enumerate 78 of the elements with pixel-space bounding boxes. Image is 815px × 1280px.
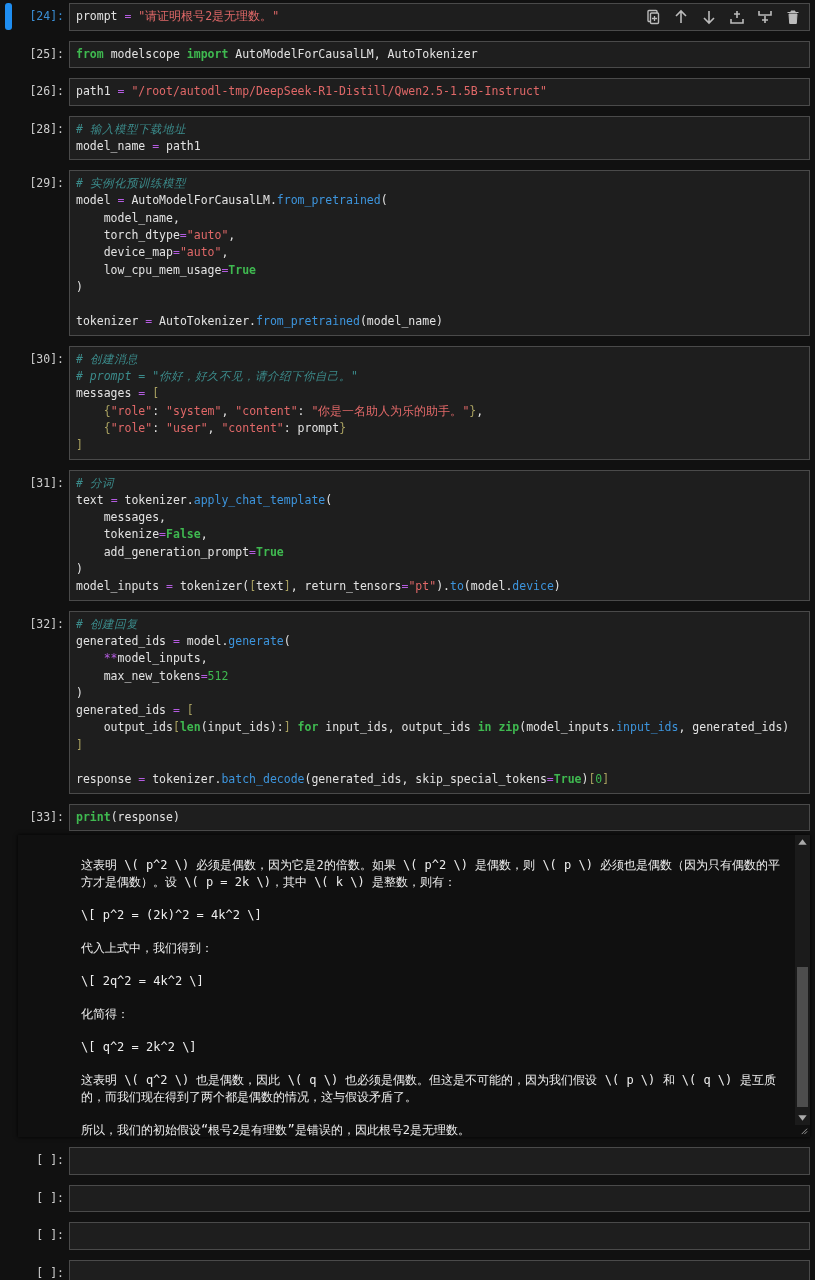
- output-text: 所以，我们的初始假设“根号2是有理数”是错误的，因此根号2是无理数。: [81, 1122, 471, 1138]
- code-line: print(response): [76, 808, 180, 826]
- empty-code-cell[interactable]: [69, 1259, 810, 1280]
- code-line: messages = [: [76, 385, 160, 403]
- code-cell[interactable]: # 分词 text = tokenizer.apply_chat_template( messages, tokenize=False, add_generation_prompt=True ) model_inputs = tokenizer([text], return_tensors="pt").to(model.device): [69, 469, 810, 601]
- output-text: \[ q^2 = 2k^2 \]: [81, 1039, 198, 1057]
- move-down-icon[interactable]: [701, 9, 717, 25]
- code-line: generated_ids = model.generate(: [76, 632, 291, 650]
- code-line: low_cpu_mem_usage=True: [102, 261, 257, 279]
- code-line: text = tokenizer.apply_chat_template(: [76, 491, 333, 509]
- cell-prompt: [29]:: [29, 175, 64, 193]
- duplicate-icon[interactable]: [645, 9, 661, 25]
- code-line: # 输入模型下载地址: [76, 120, 186, 138]
- insert-above-icon[interactable]: [729, 9, 745, 25]
- code-cell[interactable]: # 创建消息 # prompt = "你好，好久不见，请介绍下你自己。" messages = [ {"role": "system", "content": "你是一名助人为乐的助手。"}, {"role": "user", "content": prompt} ]: [69, 345, 810, 460]
- code-line: device_map="auto",: [102, 244, 229, 262]
- code-line: response = tokenizer.batch_decode(generated_ids, skip_special_tokens=True)[0]: [76, 771, 610, 789]
- code-line: add_generation_prompt=True: [102, 543, 284, 561]
- code-cell[interactable]: prompt = "请证明根号2是无理数。": [69, 3, 810, 31]
- code-line: path1 = "/root/autodl-tmp/DeepSeek-R1-Distill/Qwen2.5-1.5B-Instruct": [76, 83, 547, 100]
- code-cell[interactable]: [69, 610, 810, 794]
- output-text: 化简得：: [81, 1006, 130, 1024]
- code-line: model_inputs = tokenizer([text], return_tensors="pt").to(model.device): [76, 578, 561, 596]
- empty-code-cell[interactable]: [69, 1222, 810, 1250]
- code-line: torch_dtype="auto",: [102, 227, 236, 244]
- code-line: # 实例化预训练模型: [76, 175, 186, 193]
- code-line: ]: [76, 736, 83, 754]
- code-line: from modelscope import AutoModelForCausalLM, AutoTokenizer: [76, 45, 478, 63]
- code-line: ): [76, 684, 83, 702]
- code-line: # 创建消息: [76, 350, 138, 368]
- output-text: 这表明 \( p^2 \) 必须是偶数，因为它是2的倍数。如果 \( p^2 \) 是偶数，则 \( p \) 必须也是偶数（因为只有偶数的平方才是偶数）。设 \( p = 2k \)，其中 \( k \) 是整数，则有：: [81, 857, 782, 892]
- code-line: prompt = "请证明根号2是无理数。": [76, 8, 280, 25]
- code-line: output_ids[len(input_ids):] for input_ids, output_ids in zip(model_inputs.input_ids, generated_ids): [102, 719, 790, 737]
- code-cell[interactable]: from modelscope import AutoModelForCausalLM, AutoTokenizer: [69, 40, 810, 68]
- code-cell[interactable]: # 输入模型下载地址 model_name = path1: [69, 115, 810, 161]
- code-cell[interactable]: path1 = "/root/autodl-tmp/DeepSeek-R1-Distill/Qwen2.5-1.5B-Instruct": [69, 78, 810, 106]
- cell-prompt: [31]:: [29, 474, 64, 492]
- empty-code-cell[interactable]: [69, 1184, 810, 1213]
- code-line: model = AutoModelForCausalLM.from_pretrained(: [76, 192, 388, 210]
- code-line: ): [76, 278, 83, 296]
- cell-prompt: [33]:: [29, 808, 64, 826]
- code-line: model_name,: [102, 209, 180, 227]
- code-line: {"role": "system", "content": "你是一名助人为乐的助手。"},: [102, 402, 484, 420]
- code-line: # prompt = "你好，好久不见，请介绍下你自己。": [76, 368, 358, 386]
- code-line: # 分词: [76, 474, 114, 492]
- delete-icon[interactable]: [785, 9, 801, 25]
- scrollbar[interactable]: [795, 835, 810, 1126]
- cell-prompt: [30]:: [29, 350, 64, 368]
- code-line: {"role": "user", "content": prompt}: [102, 419, 347, 437]
- code-line: tokenize=False,: [102, 526, 208, 544]
- code-line: # 创建回复: [76, 615, 138, 633]
- cell-prompt: [32]:: [29, 615, 64, 633]
- cell-prompt: [ ]:: [36, 1227, 64, 1245]
- cell-prompt: [28]:: [29, 120, 64, 138]
- cell-prompt: [ ]:: [36, 1189, 64, 1207]
- code-line: ]: [76, 437, 83, 455]
- code-cell[interactable]: # 实例化预训练模型 model = AutoModelForCausalLM.from_pretrained( model_name, torch_dtype="auto", device_map="auto", low_cpu_mem_usage=True ) tokenizer = AutoTokenizer.from_pretrained(model_name): [69, 170, 810, 336]
- output-text: \[ p^2 = (2k)^2 = 4k^2 \]: [81, 907, 263, 925]
- cell-prompt: [24]:: [29, 8, 64, 25]
- code-line: messages,: [102, 509, 166, 527]
- cell-prompt: [ ]:: [36, 1264, 64, 1280]
- code-cell[interactable]: print(response): [69, 803, 810, 832]
- move-up-icon[interactable]: [673, 9, 689, 25]
- empty-code-cell[interactable]: [69, 1147, 810, 1175]
- resize-grip-icon[interactable]: [799, 1126, 808, 1136]
- code-line: tokenizer = AutoTokenizer.from_pretrained(model_name): [76, 313, 443, 331]
- cell-prompt: [26]:: [29, 83, 64, 100]
- code-line: model_name = path1: [76, 137, 201, 155]
- code-line: ): [76, 561, 83, 579]
- code-line: max_new_tokens=512: [102, 667, 229, 685]
- cell-prompt: [25]:: [29, 45, 64, 63]
- output-text: 代入上式中，我们得到：: [81, 940, 214, 958]
- cell-prompt: [ ]:: [36, 1152, 64, 1170]
- output-text: 这表明 \( q^2 \) 也是偶数，因此 \( q \) 也必须是偶数。但这是不可能的，因为我们假设 \( p \) 和 \( q \) 是互质的，而我们现在得到了两个都是偶数的情况，这与假设矛盾了。: [81, 1072, 777, 1107]
- code-line: **model_inputs,: [102, 650, 208, 668]
- code-line: generated_ids = [: [76, 702, 194, 720]
- insert-below-icon[interactable]: [757, 9, 773, 25]
- output-text: \[ 2q^2 = 4k^2 \]: [81, 973, 205, 991]
